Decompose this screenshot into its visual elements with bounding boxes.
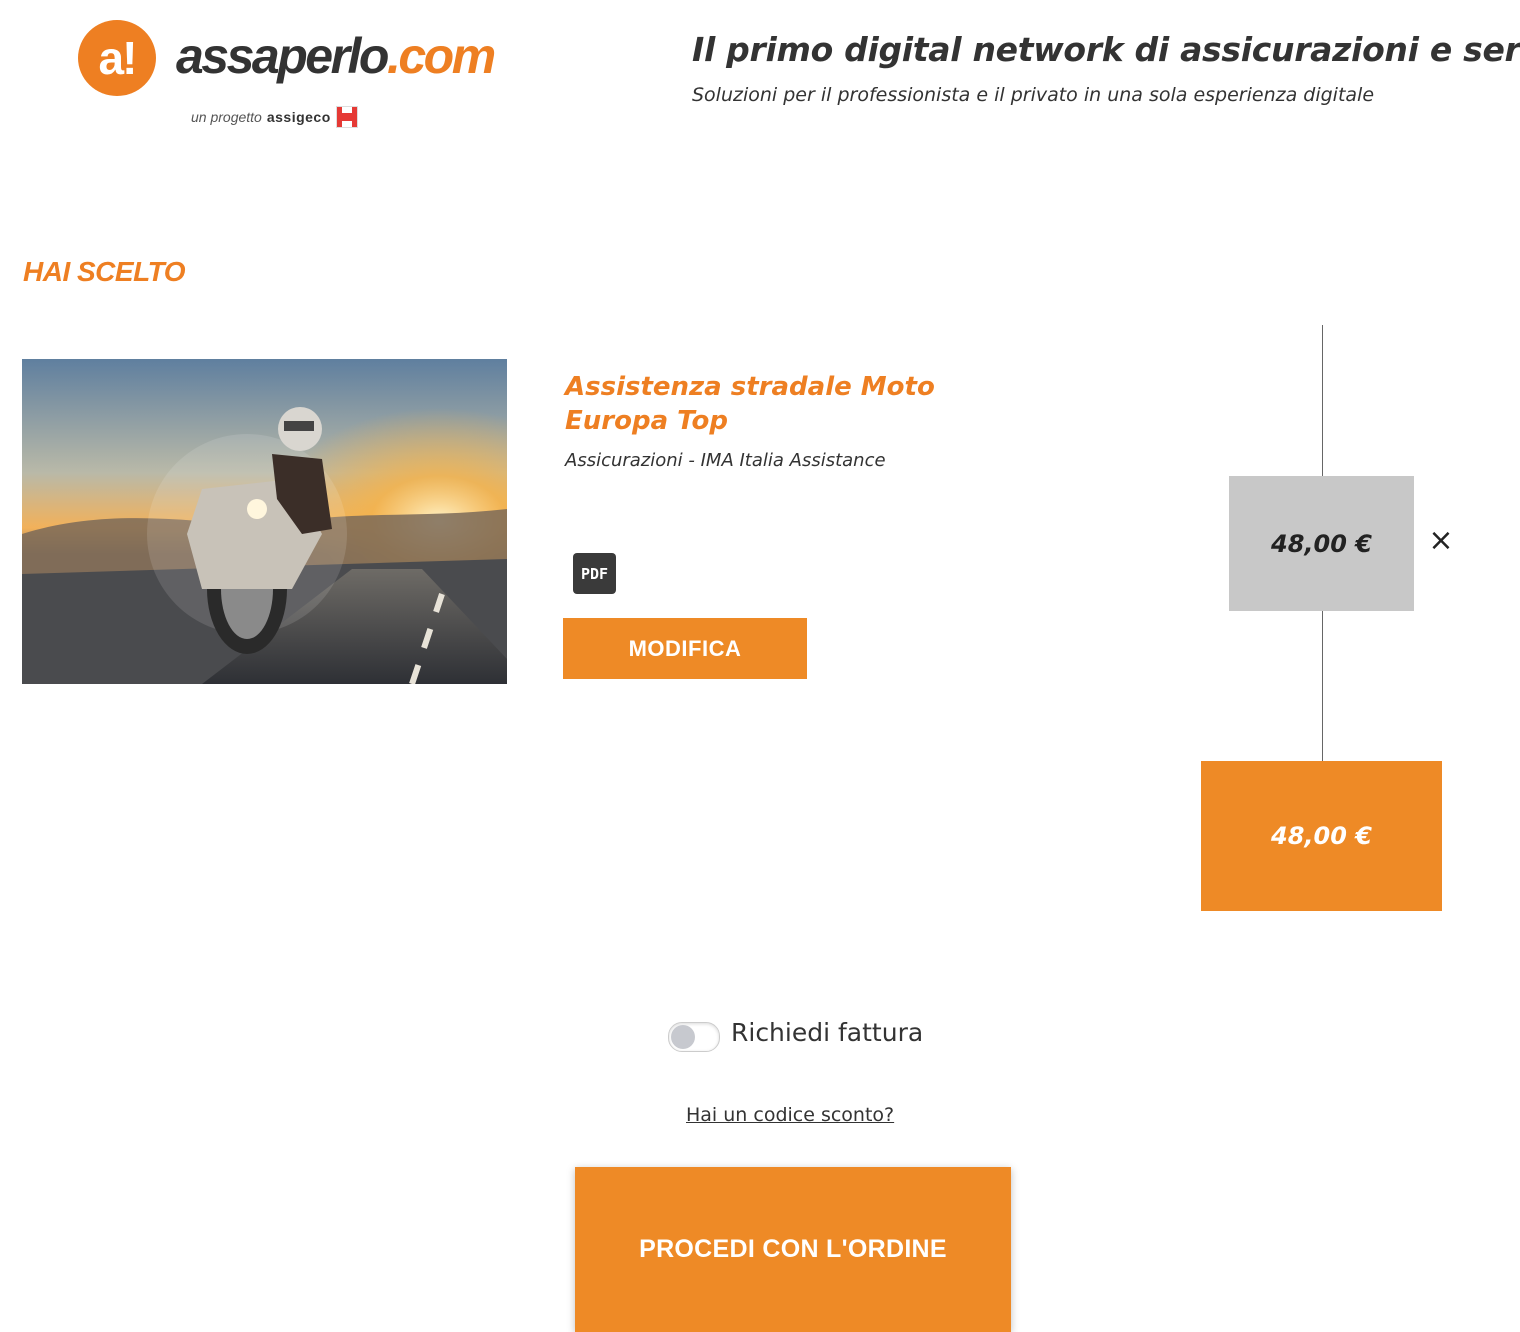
proceed-order-button[interactable]: PROCEDI CON L'ORDINE: [575, 1167, 1011, 1332]
logo-sub-brand: assigeco: [266, 109, 331, 125]
toggle-knob: [671, 1025, 695, 1049]
product-provider: Assicurazioni - IMA Italia Assistance: [565, 450, 886, 471]
invoice-toggle-label[interactable]: Richiedi fattura: [731, 1018, 923, 1047]
logo-mark[interactable]: a!: [78, 20, 156, 96]
header-tagline: Il primo digital network di assicurazion…: [692, 30, 1520, 69]
invoice-toggle[interactable]: [668, 1022, 720, 1052]
total-price: 48,00 €: [1201, 761, 1442, 911]
item-price: 48,00 €: [1229, 476, 1414, 611]
header-tagline-sub: Soluzioni per il professionista e il pri…: [692, 84, 1375, 106]
section-title: HAI SCELTO: [23, 256, 185, 287]
logo-subline: un progetto assigeco: [191, 106, 358, 128]
logo-name: assaperlo: [176, 28, 389, 84]
pdf-icon[interactable]: PDF: [573, 553, 616, 594]
motorcycle-image-icon: [22, 359, 507, 684]
divider-line: [1322, 325, 1323, 476]
flag-icon: [335, 106, 358, 128]
divider-line: [1322, 611, 1323, 761]
logo-sub-prefix: un progetto: [191, 109, 262, 125]
logo-wordmark[interactable]: assaperlo.com: [176, 26, 496, 86]
product-image: [22, 359, 507, 684]
edit-button[interactable]: MODIFICA: [563, 618, 807, 679]
product-name[interactable]: Assistenza stradale Moto Europa Top: [565, 370, 1025, 438]
remove-item-icon[interactable]: ×: [1426, 524, 1456, 558]
discount-code-link[interactable]: Hai un codice sconto?: [686, 1104, 894, 1126]
logo-tld: .com: [386, 28, 496, 84]
